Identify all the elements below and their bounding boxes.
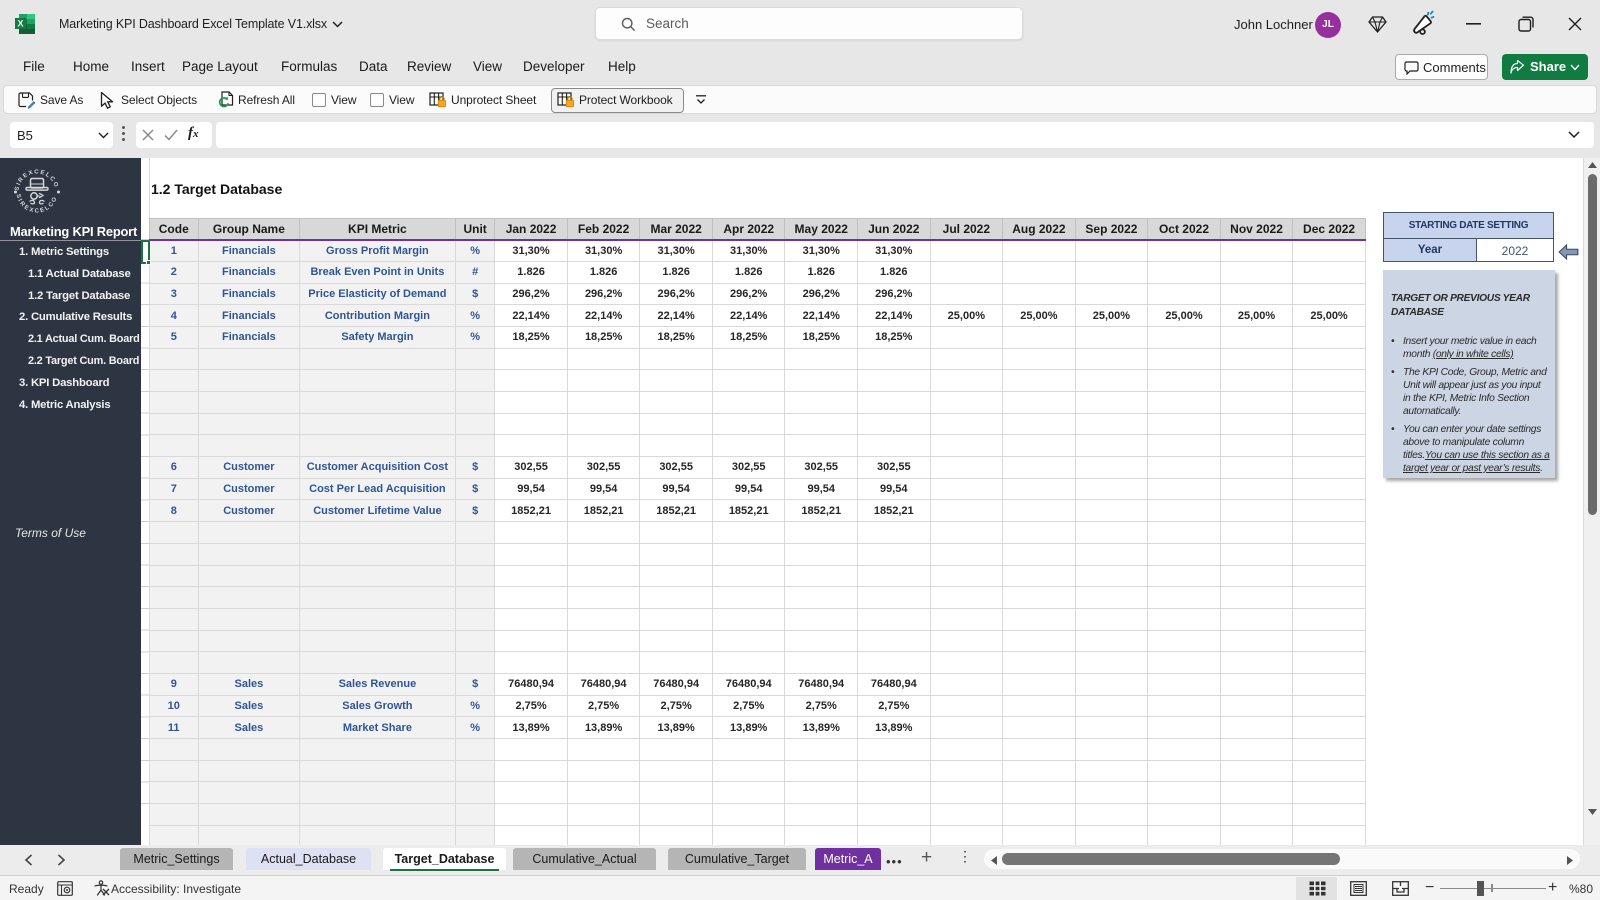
svg-text:X: X xyxy=(17,19,23,29)
